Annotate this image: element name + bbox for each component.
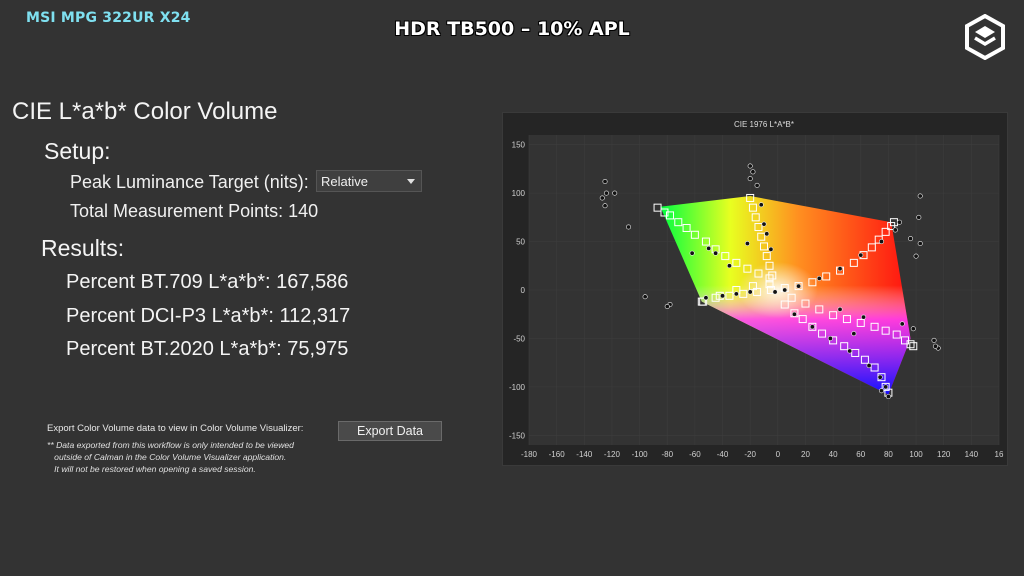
measured-point <box>754 182 760 188</box>
x-tick-label: -140 <box>576 450 593 459</box>
measured-point <box>768 246 774 252</box>
brand-logo-icon <box>965 14 1005 60</box>
measured-point <box>910 326 916 332</box>
measured-point <box>747 176 753 182</box>
x-tick-label: -180 <box>521 450 538 459</box>
measured-point <box>726 263 732 269</box>
x-tick-label: 120 <box>937 450 951 459</box>
measured-point <box>877 374 883 380</box>
y-tick-label: -150 <box>509 431 526 440</box>
peak-luminance-select[interactable]: Relative <box>316 170 422 192</box>
measured-point <box>599 195 605 201</box>
measured-point <box>747 163 753 169</box>
measured-point <box>866 363 872 369</box>
measured-point <box>896 219 902 225</box>
y-tick-label: 50 <box>516 238 525 247</box>
peak-luminance-value: Relative <box>321 174 368 189</box>
section-heading: CIE L*a*b* Color Volume <box>12 98 278 125</box>
measured-point <box>664 303 670 309</box>
result-bt2020: Percent BT.2020 L*a*b*: 75,975 <box>66 338 349 360</box>
page-title: HDR TB500 – 10% APL <box>394 18 630 40</box>
measured-point <box>626 224 632 230</box>
chart-title: CIE 1976 L*A*B* <box>734 120 794 129</box>
measured-point <box>916 214 922 220</box>
measured-point <box>764 231 770 237</box>
export-data-button[interactable]: Export Data <box>338 421 442 441</box>
total-points-label: Total Measurement Points: 140 <box>70 201 319 221</box>
measured-point <box>837 266 843 272</box>
measured-point <box>913 253 919 259</box>
measured-point <box>642 294 648 300</box>
measured-point <box>847 348 853 354</box>
export-note: ** Data exported from this workflow is o… <box>47 440 294 474</box>
measured-point <box>791 311 797 317</box>
measured-point <box>761 221 767 227</box>
measured-point <box>861 314 867 320</box>
measured-point <box>603 190 609 196</box>
measured-point <box>878 388 884 394</box>
export-label: Export Color Volume data to view in Colo… <box>47 423 304 434</box>
measured-point <box>931 337 937 343</box>
x-tick-label: -60 <box>689 450 701 459</box>
measured-point <box>827 335 833 341</box>
measured-point <box>733 291 739 297</box>
measured-point <box>758 202 764 208</box>
x-tick-label: -40 <box>717 450 729 459</box>
x-tick-label: 60 <box>856 450 865 459</box>
measured-point <box>720 293 726 299</box>
measured-point <box>706 245 712 251</box>
x-tick-label: 16 <box>995 450 1004 459</box>
measured-point <box>883 384 889 390</box>
y-tick-label: 100 <box>512 189 526 198</box>
measured-point <box>816 275 822 281</box>
y-tick-label: 0 <box>521 286 526 295</box>
peak-luminance-label: Peak Luminance Target (nits): <box>70 172 309 192</box>
measured-point <box>612 190 618 196</box>
cie-lab-chart: -180 -160 -140 -120 -100 -80 -60 -40 -20 0 20 40 60 8… <box>509 120 1004 459</box>
measured-point <box>703 295 709 301</box>
x-tick-label: 100 <box>909 450 923 459</box>
measured-point <box>809 324 815 330</box>
measured-point <box>837 306 843 312</box>
y-tick-label: -100 <box>509 383 526 392</box>
measured-point <box>917 241 923 247</box>
result-bt709: Percent BT.709 L*a*b*: 167,586 <box>66 271 349 293</box>
measured-point <box>932 343 938 349</box>
measured-point <box>772 289 778 295</box>
y-tick-label: -50 <box>513 334 525 343</box>
result-dcip3: Percent DCI-P3 L*a*b*: 112,317 <box>66 305 351 327</box>
measured-point <box>885 394 891 400</box>
measured-point <box>782 287 788 293</box>
measured-point <box>744 241 750 247</box>
measured-point <box>908 236 914 242</box>
chevron-down-icon <box>407 179 415 184</box>
measured-point <box>747 289 753 295</box>
measured-point <box>851 331 857 337</box>
measured-point <box>796 283 802 289</box>
measured-point <box>602 203 608 209</box>
measured-point <box>602 179 608 185</box>
x-tick-label: 0 <box>776 450 781 459</box>
chart-panel: -180 -160 -140 -120 -100 -80 -60 -40 -20 0 20 40 60 8… <box>502 112 1008 466</box>
x-tick-label: -160 <box>549 450 566 459</box>
measured-point <box>750 169 756 175</box>
x-tick-label: -100 <box>632 450 649 459</box>
x-tick-label: 20 <box>801 450 810 459</box>
measured-point <box>689 250 695 256</box>
measured-point <box>878 239 884 245</box>
measured-point <box>858 252 864 258</box>
x-tick-label: -80 <box>661 450 673 459</box>
measured-point <box>713 250 719 256</box>
setup-heading: Setup: <box>44 138 111 164</box>
results-heading: Results: <box>41 235 125 261</box>
measured-point <box>899 321 905 327</box>
x-tick-label: -20 <box>744 450 756 459</box>
x-tick-label: 140 <box>965 450 979 459</box>
x-tick-label: 40 <box>829 450 838 459</box>
x-tick-label: 80 <box>884 450 893 459</box>
y-tick-label: 150 <box>512 141 526 150</box>
x-tick-label: -120 <box>604 450 621 459</box>
measured-point <box>917 193 923 199</box>
measured-point <box>892 227 898 233</box>
